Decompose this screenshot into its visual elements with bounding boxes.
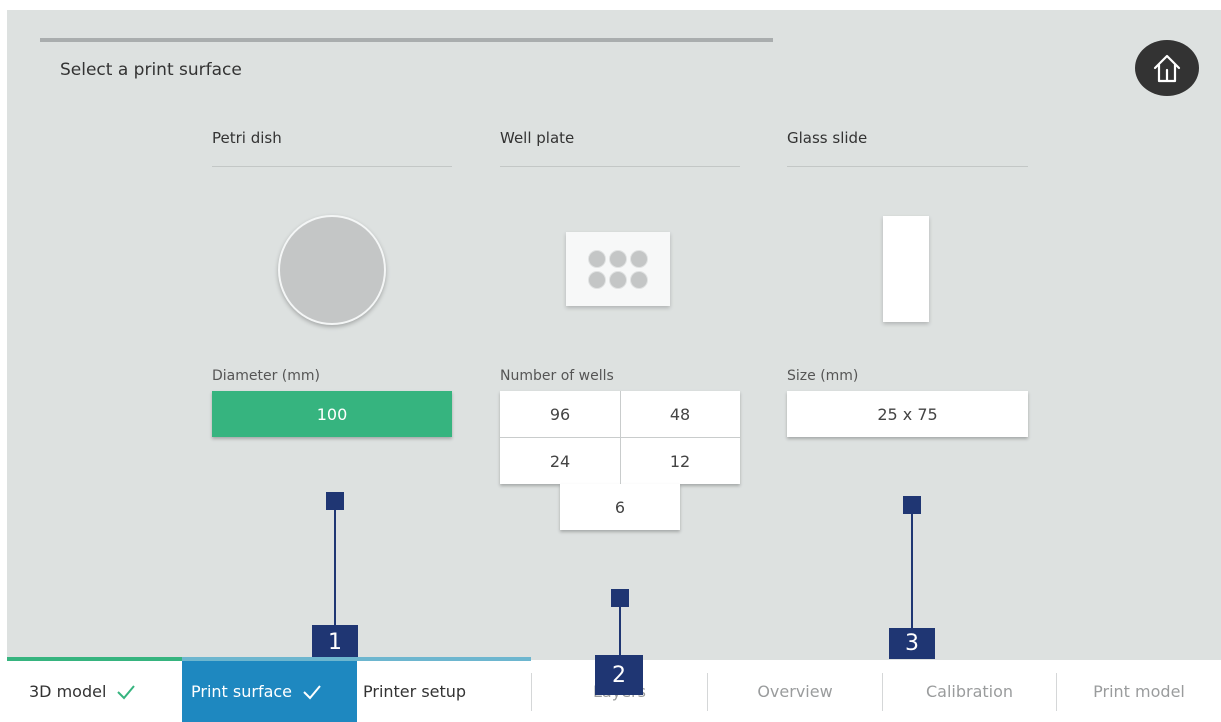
well: [588, 270, 606, 289]
check-icon: [302, 684, 322, 700]
top-progress-bar: [40, 38, 773, 42]
nav-step-label: Printer setup: [363, 682, 467, 701]
nav-step-print-surface[interactable]: Print surface: [182, 661, 357, 722]
size-25x75-button[interactable]: 25 x 75: [787, 391, 1028, 437]
nav-step-printer-setup[interactable]: Printer setup: [357, 661, 532, 722]
divider: [500, 437, 740, 438]
callout-label-3: 3: [889, 628, 935, 659]
well-plate-image[interactable]: [566, 232, 670, 306]
wells-6-button[interactable]: 6: [560, 484, 680, 530]
page-title: Select a print surface: [60, 60, 242, 80]
petri-dish-image[interactable]: [278, 215, 386, 325]
wells-12-button[interactable]: 12: [620, 438, 740, 484]
diameter-100-button[interactable]: 100: [212, 391, 452, 437]
nav-step-label: Print model: [1093, 682, 1185, 701]
nav-step-label: 3D model: [29, 682, 107, 701]
home-button[interactable]: [1135, 40, 1199, 96]
glass-slide-divider: [787, 166, 1028, 167]
glass-slide-image[interactable]: [883, 216, 929, 322]
well: [630, 249, 648, 268]
callout-line-2: [619, 607, 621, 655]
well-plate-title: Well plate: [500, 129, 575, 147]
callout-marker-1: [326, 492, 344, 510]
callout-label-2: 2: [595, 655, 643, 695]
check-icon: [116, 684, 136, 700]
number-of-wells-label: Number of wells: [500, 368, 614, 384]
petri-dish-divider: [212, 166, 452, 167]
callout-marker-3: [903, 496, 921, 514]
nav-step-label: Overview: [757, 682, 833, 701]
well: [630, 270, 648, 289]
nav-step-print-model[interactable]: Print model: [1057, 661, 1221, 722]
size-label: Size (mm): [787, 368, 859, 384]
wells-48-button[interactable]: 48: [620, 391, 740, 437]
callout-line-3: [911, 514, 913, 628]
wells-options: 96 48 24 12: [500, 391, 740, 484]
wells-24-button[interactable]: 24: [500, 438, 620, 484]
callout-line-1: [334, 510, 336, 625]
nav-step-label: Calibration: [925, 682, 1014, 701]
callout-label-1: 1: [312, 625, 358, 659]
diameter-label: Diameter (mm): [212, 368, 321, 384]
petri-dish-title: Petri dish: [212, 129, 282, 147]
callout-marker-2: [611, 589, 629, 607]
nav-step-label: Print surface: [191, 682, 293, 701]
nav-step-3d-model[interactable]: 3D model: [7, 661, 182, 722]
content-area: [7, 10, 1221, 660]
wells-96-button[interactable]: 96: [500, 391, 620, 437]
home-icon: [1153, 54, 1181, 83]
well: [609, 249, 627, 268]
well-plate-divider: [500, 166, 740, 167]
nav-step-calibration[interactable]: Calibration: [883, 661, 1056, 722]
nav-step-overview[interactable]: Overview: [708, 661, 882, 722]
glass-slide-title: Glass slide: [787, 129, 868, 147]
well: [588, 249, 606, 268]
well: [609, 270, 627, 289]
